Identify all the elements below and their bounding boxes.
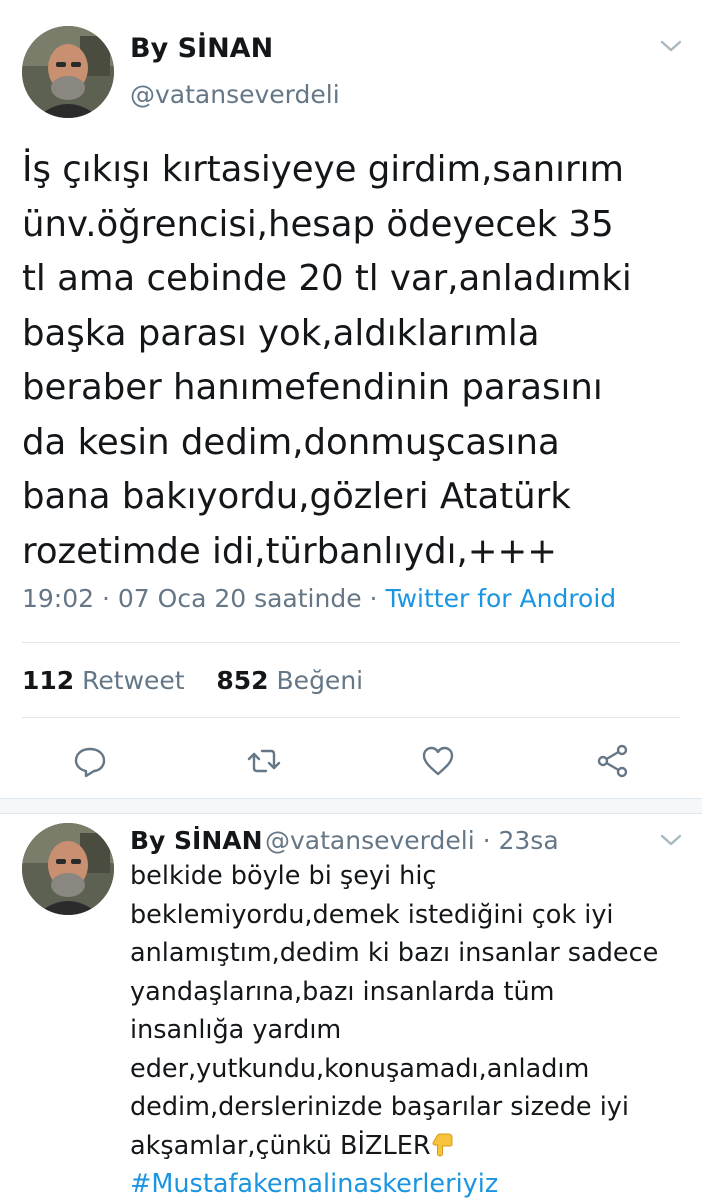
heart-icon[interactable]: [418, 741, 458, 781]
reply-icon[interactable]: [70, 741, 110, 781]
divider: [22, 717, 680, 718]
reply-author-handle-time[interactable]: @vatanseverdeli · 23sa: [265, 826, 559, 855]
author-name[interactable]: By SİNAN: [130, 33, 273, 64]
section-separator: [0, 798, 702, 814]
tweet-timestamp[interactable]: 19:02 · 07 Oca 20 saatinde ·: [22, 584, 385, 613]
divider: [22, 642, 680, 643]
pointing-down-icon: [431, 1131, 455, 1157]
retweet-count[interactable]: 112: [22, 666, 74, 695]
tweet-meta: 19:02 · 07 Oca 20 saatinde · Twitter for…: [22, 584, 616, 613]
author-avatar[interactable]: [22, 26, 114, 118]
author-handle[interactable]: @vatanseverdeli: [130, 80, 340, 109]
like-count[interactable]: 852: [216, 666, 268, 695]
tweet-source-link[interactable]: Twitter for Android: [385, 584, 616, 613]
chevron-down-icon[interactable]: [658, 830, 684, 850]
like-label[interactable]: Beğeni: [277, 666, 364, 695]
retweet-icon[interactable]: [244, 741, 284, 781]
tweet-text: İş çıkışı kırtasiyeye girdim,sanırım ünv…: [22, 149, 632, 572]
reply-tweet-text: belkide böyle bi şeyi hiç beklemiyordu,d…: [130, 857, 700, 1204]
share-icon[interactable]: [593, 741, 633, 781]
tweet-stats: 112 Retweet 852 Beğeni: [22, 666, 363, 695]
chevron-down-icon[interactable]: [658, 36, 684, 56]
reply-author-name[interactable]: By SİNAN: [130, 826, 263, 855]
reply-tweet-body: belkide böyle bi şeyi hiç beklemiyordu,d…: [130, 861, 659, 1161]
hashtag-link[interactable]: #Mustafakemalinaskerleriyiz: [130, 1169, 498, 1199]
reply-author-avatar[interactable]: [22, 823, 114, 915]
retweet-label[interactable]: Retweet: [82, 666, 184, 695]
